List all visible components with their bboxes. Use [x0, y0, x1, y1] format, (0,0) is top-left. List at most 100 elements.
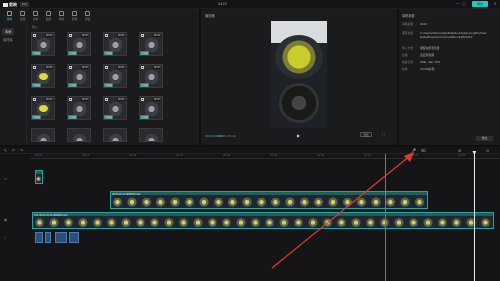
select-tool-icon[interactable]: ↖ — [4, 148, 7, 153]
audio-clip[interactable] — [69, 232, 79, 243]
media-thumbnail[interactable]: 00:03 已添加 — [139, 96, 163, 120]
tab-text[interactable]: 文本 — [29, 10, 42, 22]
playhead[interactable] — [472, 151, 477, 281]
zoom-out-icon[interactable]: ⊖ — [486, 148, 489, 153]
redo-icon[interactable]: ↷ — [20, 148, 23, 153]
media-thumbnail[interactable]: 00:04 已添加 — [103, 64, 127, 88]
media-thumbnail[interactable]: 00:03 已添加 — [31, 32, 55, 56]
tab-transition[interactable]: 转场 — [68, 10, 81, 22]
media-thumbnail[interactable]: 00:04 已添加 — [103, 32, 127, 56]
clip-frame — [90, 216, 105, 228]
import-label[interactable]: 导入 — [32, 25, 38, 29]
minimize-icon[interactable]: — — [456, 2, 460, 6]
added-badge: 已添加 — [32, 115, 41, 119]
clip-frame — [406, 216, 422, 228]
media-thumbnail[interactable]: 00:05 已添加 — [31, 64, 55, 88]
clip-frame — [449, 216, 465, 228]
media-thumbnail[interactable]: 00:03 已添加 — [67, 96, 91, 120]
time-ruler[interactable] — [30, 154, 500, 159]
app-name: 剪映 — [9, 2, 17, 7]
tab-effects[interactable]: 特效 — [55, 10, 68, 22]
clip-frame — [234, 216, 249, 228]
tab-audio[interactable]: 音频 — [16, 10, 29, 22]
media-tab-bar: 媒体 音频 文本 贴纸 特效 转场 滤镜 — [3, 10, 103, 22]
select-checkbox[interactable] — [141, 66, 144, 69]
select-checkbox[interactable] — [33, 34, 36, 37]
added-badge: 已添加 — [140, 83, 149, 87]
clip-frame — [182, 195, 198, 208]
play-icon[interactable]: ▶ — [297, 133, 300, 138]
media-thumbnail[interactable]: 00:02 已添加 — [31, 96, 55, 120]
media-thumbnail[interactable] — [31, 128, 55, 142]
app-logo: 剪映 — [3, 2, 17, 8]
video-preview[interactable] — [271, 21, 327, 128]
close-icon[interactable]: ✕ — [493, 2, 497, 6]
clip-frame — [297, 195, 313, 208]
ruler-tick-label: 01:10 — [364, 154, 372, 157]
sidebar-item-local[interactable]: 本地 — [2, 28, 15, 35]
select-checkbox[interactable] — [69, 34, 72, 37]
property-label: 色彩空间 — [402, 60, 414, 64]
ruler-tick-label: 00:10 — [82, 154, 90, 157]
media-thumbnail[interactable] — [103, 128, 127, 142]
tab-media[interactable]: 媒体 — [3, 10, 16, 22]
select-checkbox[interactable] — [33, 66, 36, 69]
ruler-tick-label: 01:20 — [411, 154, 419, 157]
duration-badge: 00:05 — [45, 66, 53, 69]
clip-frame — [211, 195, 226, 208]
audio-clip[interactable] — [35, 232, 43, 243]
clip-frame — [104, 216, 120, 228]
select-checkbox[interactable] — [69, 98, 72, 101]
clip-frame — [320, 216, 335, 228]
fullscreen-icon[interactable]: ⛶ — [382, 132, 385, 137]
tab-label: 媒体 — [6, 17, 13, 21]
added-badge: 已添加 — [104, 83, 113, 87]
overlay-clip[interactable]: 00:00:20:22 视频素材.mp4 — [110, 191, 428, 209]
audio-icon — [20, 11, 25, 16]
select-checkbox[interactable] — [69, 66, 72, 69]
duration-badge: 00:04 — [117, 66, 125, 69]
media-thumbnail[interactable]: 00:04 已添加 — [103, 96, 127, 120]
select-checkbox[interactable] — [141, 34, 144, 37]
sticker-icon — [46, 11, 51, 16]
zoom-in-icon[interactable]: ⊕ — [458, 148, 461, 153]
clip-frame — [176, 216, 192, 228]
select-checkbox[interactable] — [33, 98, 36, 101]
undo-icon[interactable]: ↶ — [12, 148, 15, 153]
main-clip[interactable]: 封面 00:01:25:10 视频素材.mp4 — [32, 212, 494, 229]
select-checkbox[interactable] — [105, 98, 108, 101]
audio-track-icon: ♪ — [4, 236, 7, 240]
duration-badge: 00:04 — [117, 98, 125, 101]
clip-frame — [464, 216, 479, 228]
property-value: C:/Users/Admin/AppData/Local/JianyingPro… — [420, 31, 487, 39]
export-button[interactable]: 导出 — [472, 1, 488, 7]
tab-sticker[interactable]: 贴纸 — [42, 10, 55, 22]
duration-badge: 00:03 — [81, 34, 89, 37]
media-thumbnail[interactable]: 00:02 已添加 — [139, 32, 163, 56]
select-checkbox[interactable] — [105, 66, 108, 69]
audio-clip[interactable] — [45, 232, 51, 243]
maximize-icon[interactable]: □ — [462, 2, 466, 6]
media-thumbnail[interactable]: 00:03 已添加 — [67, 64, 91, 88]
select-checkbox[interactable] — [141, 98, 144, 101]
added-badge: 已添加 — [140, 115, 149, 119]
media-thumbnail[interactable] — [139, 128, 163, 142]
ratio-button[interactable]: 原始 — [360, 132, 372, 137]
pro-badge[interactable]: Pro — [20, 2, 29, 7]
small-clip[interactable] — [35, 170, 43, 184]
clip-frame — [240, 195, 255, 208]
media-thumbnail[interactable]: 00:03 已添加 — [139, 64, 163, 88]
sidebar-item-library[interactable]: 素材库 — [3, 37, 13, 42]
link-icon[interactable]: ⌧ — [421, 148, 426, 153]
microphone-icon[interactable]: 🎤 — [411, 148, 416, 153]
clip-frame — [219, 216, 235, 228]
edit-button[interactable]: 修改 — [476, 136, 493, 141]
pan-image — [36, 38, 51, 52]
select-checkbox[interactable] — [105, 34, 108, 37]
added-badge: 已添加 — [32, 83, 41, 87]
tab-filter[interactable]: 滤镜 — [81, 10, 94, 22]
clip-frame — [254, 195, 269, 208]
audio-clip[interactable] — [55, 232, 67, 243]
media-thumbnail[interactable]: 00:03 已添加 — [67, 32, 91, 56]
media-thumbnail[interactable] — [67, 128, 91, 142]
